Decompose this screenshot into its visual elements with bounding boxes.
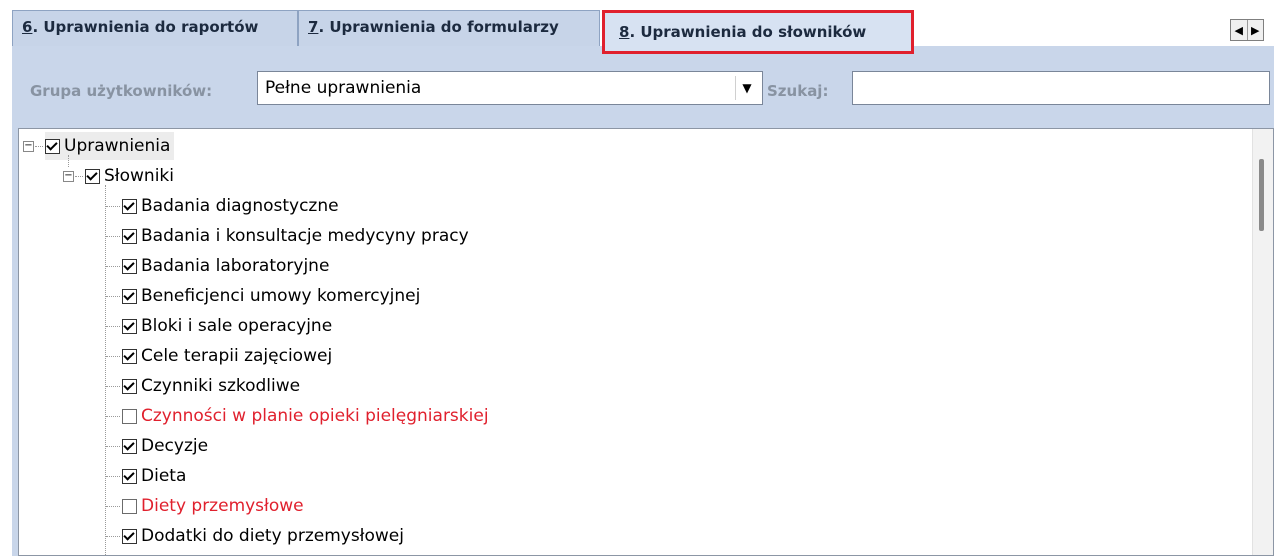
tree-root[interactable]: Uprawnienia bbox=[45, 132, 175, 160]
checkbox[interactable] bbox=[122, 498, 137, 514]
tree-connector bbox=[106, 386, 120, 387]
tree-connector bbox=[106, 506, 120, 507]
tree-item-label: Badania laboratoryjne bbox=[141, 256, 330, 276]
tree-item[interactable]: Badania laboratoryjne bbox=[122, 252, 329, 280]
tree-item-label: Bloki i sale operacyjne bbox=[141, 316, 333, 336]
arrow-left-icon[interactable]: ◀ bbox=[1231, 20, 1247, 40]
tree-item-label: Cele terapii zajęciowej bbox=[141, 346, 333, 366]
tree-item[interactable]: Czynniki szkodliwe bbox=[122, 372, 300, 400]
tab-label: . Uprawnienia do raportów bbox=[32, 18, 259, 36]
tree-connector bbox=[106, 476, 120, 477]
tree-item[interactable]: Beneficjenci umowy komercyjnej bbox=[122, 282, 420, 310]
checkbox[interactable] bbox=[122, 228, 137, 244]
tree-item[interactable]: Bloki i sale operacyjne bbox=[122, 312, 332, 340]
tree-item[interactable]: Cele terapii zajęciowej bbox=[122, 342, 332, 370]
tree-item-label: Decyzje bbox=[141, 436, 209, 456]
tab-hotkey: 7 bbox=[308, 18, 319, 36]
vertical-scrollbar[interactable] bbox=[1252, 129, 1273, 555]
tree-item[interactable]: Decyzje bbox=[122, 432, 208, 460]
collapse-icon[interactable]: − bbox=[23, 141, 34, 152]
tab-strip: 6. Uprawnienia do raportów 7. Uprawnieni… bbox=[0, 0, 1274, 54]
checkbox[interactable] bbox=[122, 258, 137, 274]
permissions-tree: − Uprawnienia − Słowniki Badania diagnos… bbox=[18, 128, 1274, 556]
tree-connector bbox=[106, 536, 120, 537]
tree-item-label: Diety przemysłowe bbox=[141, 496, 304, 516]
tree-panel: − Uprawnienia − Słowniki Badania diagnos… bbox=[12, 126, 1274, 556]
scrollbar-thumb[interactable] bbox=[1259, 159, 1264, 231]
checkbox[interactable] bbox=[122, 438, 137, 454]
tree-item[interactable]: Dieta bbox=[122, 462, 186, 490]
filter-bar: Grupa użytkowników: Pełne uprawnienia ▼ … bbox=[12, 46, 1274, 126]
tree-item[interactable]: Diety przemysłowe bbox=[122, 492, 304, 520]
checkbox[interactable] bbox=[122, 198, 137, 214]
tree-connector bbox=[106, 416, 120, 417]
user-group-value: Pełne uprawnienia bbox=[265, 78, 422, 98]
search-label: Szukaj: bbox=[767, 82, 829, 100]
tree-item-label: Dieta bbox=[141, 466, 187, 486]
tree-connector bbox=[75, 176, 83, 177]
tree-item-label: Badania diagnostyczne bbox=[141, 196, 339, 216]
collapse-icon[interactable]: − bbox=[63, 171, 74, 182]
tree-connector bbox=[68, 155, 69, 167]
tree-folder-slowniki[interactable]: Słowniki bbox=[85, 162, 174, 190]
tree-item[interactable]: Dodatki do diety przemysłowej bbox=[122, 522, 404, 550]
tree-connector bbox=[106, 296, 120, 297]
checkbox[interactable] bbox=[122, 468, 137, 484]
tab-scroll-buttons: ◀ ▶ bbox=[1230, 19, 1264, 41]
tree-connector bbox=[105, 185, 106, 555]
tree-connector bbox=[106, 236, 120, 237]
tree-item-label: Czynności w planie opieki pielęgniarskie… bbox=[141, 406, 489, 426]
checkbox[interactable] bbox=[122, 318, 137, 334]
tree-item[interactable]: Czynności w planie opieki pielęgniarskie… bbox=[122, 402, 489, 430]
arrow-right-icon[interactable]: ▶ bbox=[1246, 20, 1264, 40]
tab-label: . Uprawnienia do formularzy bbox=[318, 18, 559, 36]
checkbox[interactable] bbox=[122, 348, 137, 364]
checkbox[interactable] bbox=[122, 288, 137, 304]
chevron-down-icon[interactable]: ▼ bbox=[735, 76, 758, 100]
tree-connector bbox=[106, 446, 120, 447]
tree-connector bbox=[106, 326, 120, 327]
user-group-select[interactable]: Pełne uprawnienia ▼ bbox=[257, 71, 763, 105]
tree-item[interactable]: Badania diagnostyczne bbox=[122, 192, 339, 220]
tree-connector bbox=[106, 356, 120, 357]
tree-item-label: Badania i konsultacje medycyny pracy bbox=[141, 226, 469, 246]
tree-node-label: Słowniki bbox=[104, 166, 174, 186]
tab-form-permissions[interactable]: 7. Uprawnienia do formularzy bbox=[298, 10, 600, 46]
user-group-label: Grupa użytkowników: bbox=[30, 82, 213, 100]
tree-connector bbox=[106, 266, 120, 267]
tab-dictionary-permissions[interactable]: 8. Uprawnienia do słowników bbox=[602, 10, 914, 54]
tree-node-label: Uprawnienia bbox=[64, 136, 171, 156]
checkbox[interactable] bbox=[122, 378, 137, 394]
tree-item-label: Dodatki do diety przemysłowej bbox=[141, 526, 404, 546]
tab-hotkey: 8 bbox=[619, 23, 630, 41]
search-input[interactable] bbox=[852, 71, 1270, 105]
tree-item-label: Beneficjenci umowy komercyjnej bbox=[141, 286, 421, 306]
tree-connector bbox=[35, 146, 43, 147]
tab-report-permissions[interactable]: 6. Uprawnienia do raportów bbox=[12, 10, 298, 46]
checkbox[interactable] bbox=[122, 408, 137, 424]
tree-item[interactable]: Badania i konsultacje medycyny pracy bbox=[122, 222, 469, 250]
checkbox[interactable] bbox=[122, 528, 137, 544]
tab-label: . Uprawnienia do słowników bbox=[629, 23, 867, 41]
tree-item-label: Czynniki szkodliwe bbox=[141, 376, 301, 396]
checkbox[interactable] bbox=[45, 138, 60, 154]
checkbox[interactable] bbox=[85, 168, 100, 184]
tree-connector bbox=[106, 206, 120, 207]
tab-hotkey: 6 bbox=[22, 18, 33, 36]
